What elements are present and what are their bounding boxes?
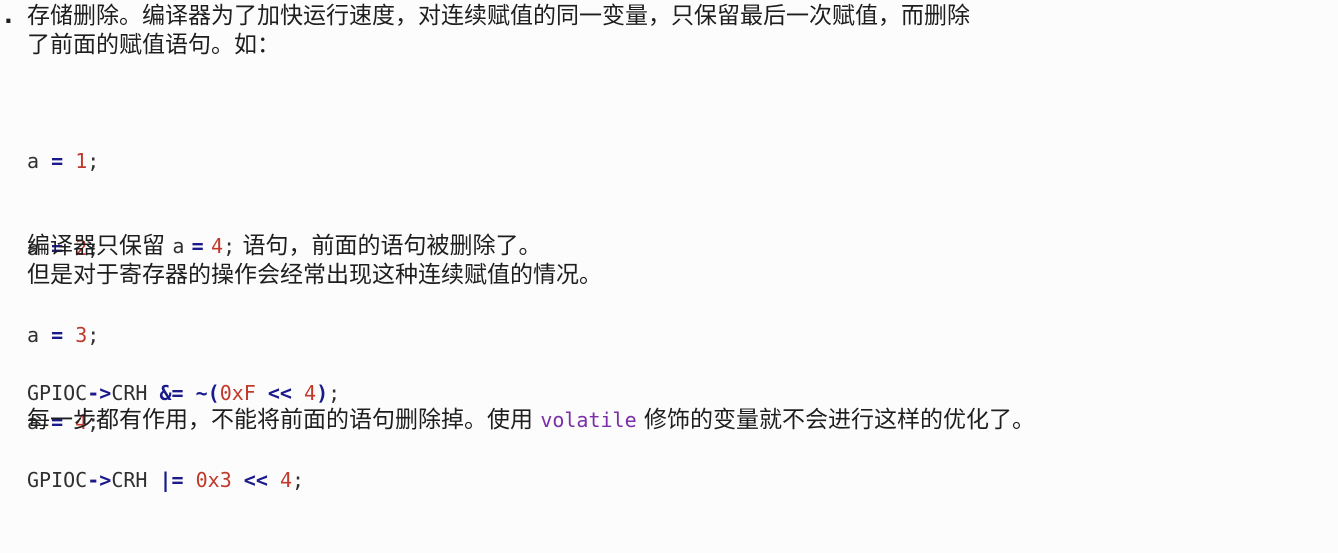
- code-arrow: ->: [87, 381, 112, 405]
- code-tilde: ~: [195, 381, 208, 405]
- code-field: CRH: [111, 468, 148, 492]
- register-code-block: GPIOC->CRH &= ~(0xF << 4); GPIOC->CRH |=…: [27, 321, 340, 553]
- conclusion-suffix: 修饰的变量就不会进行这样的优化了。: [643, 407, 1035, 433]
- code-paren-open: (: [207, 381, 220, 405]
- intro-line-2: 了前面的赋值语句。如：: [27, 32, 280, 58]
- code-operator: =: [51, 149, 64, 173]
- code-field: CRH: [111, 381, 148, 405]
- inline-code-operator: =: [191, 234, 204, 258]
- code-shift: <<: [267, 381, 292, 405]
- intro-line-1: 存储删除。编译器为了加快运行速度，对连续赋值的同一变量，只保留最后一次赋值，而删…: [27, 3, 970, 29]
- code-semicolon: ;: [328, 381, 341, 405]
- explain-prefix: 编译器只保留: [27, 233, 165, 259]
- code-semicolon: ;: [87, 149, 100, 173]
- code-hex-mask: 0xF: [219, 381, 256, 405]
- code-shift-amount: 4: [304, 381, 317, 405]
- volatile-keyword: volatile: [540, 408, 637, 432]
- inline-code-identifier: a: [172, 234, 185, 258]
- explain-line-1: 编译器只保留 a = 4; 语句，前面的语句被删除了。: [27, 232, 541, 261]
- code-operator: |=: [159, 468, 184, 492]
- conclusion-prefix: 每一步都有作用，不能将前面的语句删除掉。使用: [27, 407, 533, 433]
- explain-line-2: 但是对于寄存器的操作会经常出现这种连续赋值的情况。: [27, 262, 602, 288]
- code-identifier: a: [27, 149, 40, 173]
- code-register: GPIOC: [27, 381, 88, 405]
- slide-page: . 存储删除。编译器为了加快运行速度，对连续赋值的同一变量，只保留最后一次赋值，…: [0, 0, 1338, 492]
- code-semicolon: ;: [291, 468, 305, 492]
- inline-code-number: 4: [211, 234, 224, 258]
- conclusion-line: 每一步都有作用，不能将前面的语句删除掉。使用 volatile 修饰的变量就不会…: [27, 406, 1035, 435]
- code-shift-amount: 4: [279, 468, 292, 492]
- code-register: GPIOC: [27, 468, 88, 492]
- code-shift: <<: [243, 468, 268, 492]
- code-number: 1: [75, 149, 88, 173]
- code-paren-close: ): [316, 381, 329, 405]
- code-operator: &=: [159, 381, 184, 405]
- code-line-register-2: GPIOC->CRH |= 0x3 << 4;: [27, 466, 340, 495]
- code-line-assign-1: a = 1;: [27, 147, 99, 176]
- code-hex-value: 0x3: [195, 468, 232, 492]
- code-arrow: ->: [87, 468, 112, 492]
- code-line-register-1: GPIOC->CRH &= ~(0xF << 4);: [27, 379, 340, 408]
- explain-suffix: 语句，前面的语句被删除了。: [242, 233, 542, 259]
- bullet-marker: .: [4, 3, 13, 29]
- inline-code-semicolon: ;: [223, 234, 236, 258]
